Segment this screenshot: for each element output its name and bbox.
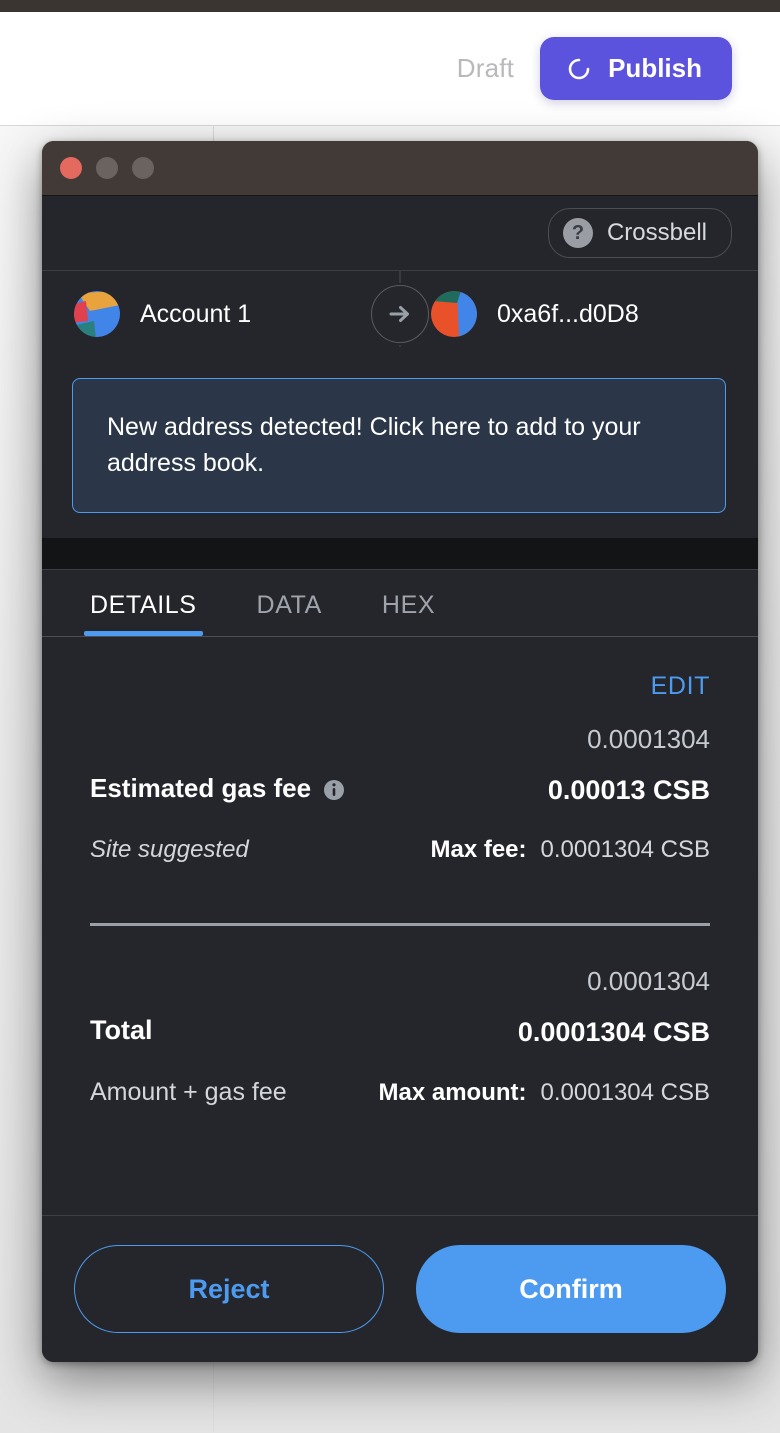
total-primary-value: 0.0001304 CSB [518, 1017, 710, 1048]
max-fee-label: Max fee: [430, 836, 526, 864]
window-close-icon[interactable] [60, 157, 82, 179]
max-amount-value: 0.0001304 CSB [541, 1079, 710, 1107]
gas-fee-primary-value: 0.00013 CSB [548, 775, 710, 806]
max-amount-label: Max amount: [379, 1079, 527, 1107]
gas-fee-label: Estimated gas fee [90, 773, 311, 804]
total-values: 0.0001304 0.0001304 CSB [518, 967, 710, 1048]
new-address-banner-text: New address detected! Click here to add … [107, 409, 691, 482]
info-icon[interactable] [323, 777, 345, 799]
action-footer: Reject Confirm [42, 1215, 758, 1362]
confirm-button[interactable]: Confirm [416, 1245, 726, 1333]
recipient-avatar [431, 291, 477, 337]
editor-header: Draft Publish [0, 12, 780, 125]
total-alt-value: 0.0001304 [518, 967, 710, 997]
gas-fee-block: Estimated gas fee 0.0001304 0.00013 CSB [90, 725, 710, 864]
details-divider [90, 923, 710, 926]
max-fee-value: 0.0001304 CSB [541, 836, 710, 864]
max-amount-row: Max amount: 0.0001304 CSB [379, 1079, 710, 1107]
sender-account[interactable]: Account 1 [42, 291, 401, 337]
reject-button[interactable]: Reject [74, 1245, 384, 1333]
spinner-icon [566, 56, 592, 82]
tab-hex[interactable]: HEX [352, 591, 465, 636]
network-row: ? Crossbell [42, 196, 758, 271]
total-sub-label: Amount + gas fee [90, 1078, 287, 1107]
transfer-direction [369, 271, 431, 357]
sender-avatar [74, 291, 120, 337]
new-address-banner[interactable]: New address detected! Click here to add … [72, 378, 726, 513]
details-tabs: DETAILS DATA HEX [42, 570, 758, 637]
details-panel: EDIT Estimated gas fee 0.0001304 0.00 [42, 637, 758, 1215]
window-minimize-icon[interactable] [96, 157, 118, 179]
window-maximize-icon[interactable] [132, 157, 154, 179]
browser-chrome-strip [0, 0, 780, 12]
network-name-label: Crossbell [607, 219, 707, 247]
metamask-confirmation-window: ? Crossbell Account 1 [42, 141, 758, 1362]
recipient-account[interactable]: 0xa6f...d0D8 [401, 291, 758, 337]
tab-data[interactable]: DATA [227, 591, 352, 636]
arrow-right-icon [371, 285, 429, 343]
max-fee-row: Max fee: 0.0001304 CSB [430, 836, 710, 864]
gas-fee-source: Site suggested [90, 836, 249, 864]
network-selector[interactable]: ? Crossbell [548, 208, 732, 258]
sender-account-name: Account 1 [140, 300, 251, 329]
tab-details[interactable]: DETAILS [60, 591, 227, 636]
transfer-accounts-row: Account 1 0xa6f...d0D8 [42, 271, 758, 358]
recipient-address: 0xa6f...d0D8 [497, 300, 639, 329]
gas-fee-alt-value: 0.0001304 [548, 725, 710, 755]
publish-button-label: Publish [608, 53, 702, 84]
question-mark-icon: ? [563, 218, 593, 248]
draft-status-label: Draft [457, 53, 514, 84]
total-block: Total 0.0001304 0.0001304 CSB Amount + g… [90, 967, 710, 1107]
gas-fee-label-wrap: Estimated gas fee [90, 773, 345, 806]
publish-button[interactable]: Publish [540, 37, 732, 100]
window-titlebar [42, 141, 758, 196]
total-label: Total [90, 1015, 153, 1048]
gas-fee-values: 0.0001304 0.00013 CSB [548, 725, 710, 806]
edit-gas-link[interactable]: EDIT [651, 672, 710, 701]
